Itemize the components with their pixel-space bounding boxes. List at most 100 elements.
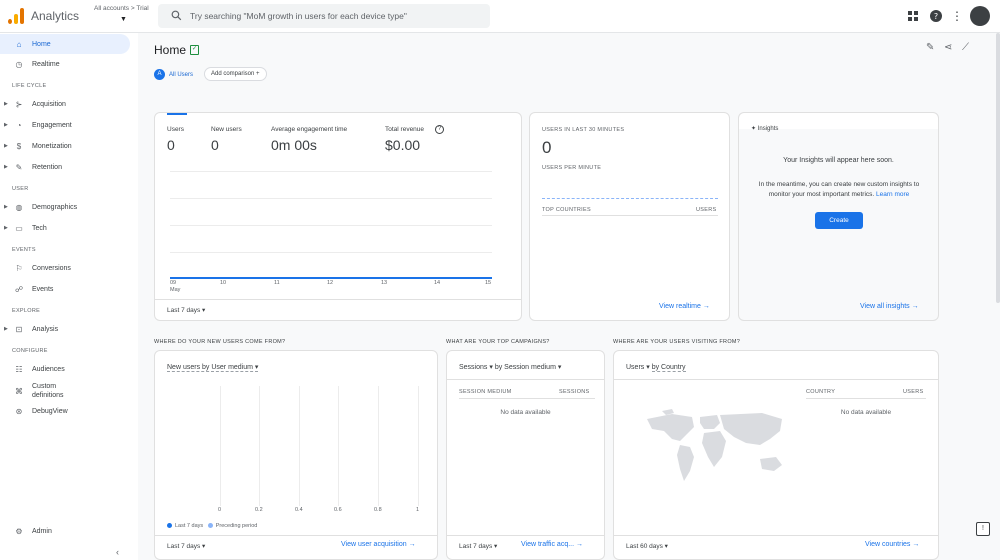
- sidebar-item-label: DebugView: [32, 407, 68, 415]
- retention-icon: ✎: [15, 162, 23, 172]
- search-icon: [171, 10, 182, 21]
- geo-card: Users ▾ by Country COUNTRY USERS No data…: [613, 350, 939, 560]
- share-icon[interactable]: ⋖: [944, 42, 952, 53]
- metric-users-label[interactable]: Users: [167, 126, 184, 133]
- sidebar-item-audiences[interactable]: ☷ Audiences: [0, 359, 130, 379]
- sidebar-item-monetization[interactable]: ▶ $ Monetization: [0, 136, 130, 156]
- date-range-dropdown[interactable]: Last 7 days ▾: [167, 306, 205, 314]
- debug-icon: ⊛: [15, 406, 23, 416]
- realtime-title: USERS IN LAST 30 MINUTES: [542, 127, 625, 133]
- app-title[interactable]: Analytics: [31, 9, 79, 23]
- section-life-cycle: LIFE CYCLE: [12, 83, 47, 89]
- clock-icon: ◷: [15, 59, 23, 69]
- geo-empty-state: No data available: [840, 409, 892, 416]
- sidebar-item-custom-definitions[interactable]: ⌘ Custom definitions: [0, 380, 130, 402]
- divider: [447, 379, 604, 380]
- insights-trend-icon[interactable]: ⟋: [962, 42, 969, 53]
- geo-dimension-label: by Country: [651, 364, 686, 372]
- view-traffic-acquisition-label: View traffic acq...: [521, 541, 575, 548]
- sidebar-item-retention[interactable]: ▶ ✎ Retention: [0, 157, 130, 177]
- sidebar-item-home[interactable]: ⌂ Home: [0, 34, 130, 54]
- help-icon[interactable]: ?: [435, 125, 444, 134]
- sidebar-item-engagement[interactable]: ▶ ◔ Engagement: [0, 115, 130, 135]
- divider: [447, 535, 604, 536]
- avatar[interactable]: [970, 6, 990, 26]
- divider: [542, 215, 718, 216]
- verified-page-icon: ✓: [190, 45, 199, 55]
- x-tick: 13: [381, 280, 388, 286]
- search-input[interactable]: Try searching "MoM growth in users for e…: [190, 11, 407, 21]
- metric-engagement-label[interactable]: Average engagement time: [271, 126, 347, 133]
- metric-revenue-value: $0.00: [385, 137, 421, 153]
- more-vert-icon[interactable]: ⋮: [950, 9, 964, 23]
- realtime-card: USERS IN LAST 30 MINUTES 0 USERS PER MIN…: [529, 112, 730, 321]
- top-bar: Analytics All accounts > Trial ▼ Try sea…: [0, 0, 1000, 33]
- sidebar-item-acquisition[interactable]: ▶ ⊱ Acquisition: [0, 94, 130, 114]
- sidebar-item-label: Analysis: [32, 325, 59, 333]
- insights-body: In the meantime, you can create new cust…: [749, 180, 929, 200]
- view-traffic-acquisition-link[interactable]: View traffic acq... →: [521, 541, 583, 548]
- gridline: [170, 252, 492, 253]
- audiences-icon: ☷: [15, 364, 23, 374]
- edit-icon[interactable]: ✎: [926, 42, 934, 53]
- dollar-icon: $: [16, 141, 22, 151]
- x-tick: 09: [170, 280, 177, 286]
- metric-revenue-label[interactable]: Total revenue: [385, 126, 424, 133]
- country-header: COUNTRY: [806, 389, 836, 395]
- sidebar-item-tech[interactable]: ▶ ▭ Tech: [0, 218, 130, 238]
- apps-grid-icon[interactable]: [906, 9, 920, 23]
- sidebar-item-label: Conversions: [32, 264, 71, 272]
- view-all-insights-link[interactable]: View all insights →: [860, 303, 919, 310]
- gear-icon: ⚙: [15, 526, 23, 536]
- section-configure: CONFIGURE: [12, 348, 48, 354]
- sidebar-item-demographics[interactable]: ▶ ◍ Demographics: [0, 197, 130, 217]
- sidebar-item-label: Tech: [32, 224, 47, 232]
- campaigns-metric-dropdown[interactable]: Sessions ▾ by Session medium ▾: [459, 363, 561, 371]
- page-title: Home: [154, 43, 187, 57]
- grid-vline: [418, 386, 419, 506]
- campaigns-dimension-label: by Session medium: [494, 364, 556, 371]
- date-range-dropdown[interactable]: Last 7 days ▾: [459, 542, 497, 550]
- add-comparison-button[interactable]: Add comparison +: [204, 67, 267, 81]
- acquisition-dropdown-label: New users by User medium: [167, 364, 253, 371]
- date-range-dropdown[interactable]: Last 7 days ▾: [167, 542, 205, 550]
- feedback-icon[interactable]: !: [976, 522, 990, 536]
- metric-engagement-value: 0m 00s: [271, 137, 317, 153]
- x-tick: 0.8: [374, 507, 382, 513]
- all-users-chip[interactable]: A All Users: [154, 68, 193, 81]
- realtime-users-header: USERS: [696, 207, 717, 213]
- geo-metric-dropdown[interactable]: Users ▾ by Country: [626, 363, 686, 372]
- sidebar-item-realtime[interactable]: ◷ Realtime: [0, 54, 130, 74]
- sidebar-item-conversions[interactable]: ⚐ Conversions: [0, 258, 130, 278]
- scrollbar[interactable]: [996, 33, 1000, 303]
- sidebar-item-debugview[interactable]: ⊛ DebugView: [0, 401, 130, 421]
- x-tick: 0.2: [255, 507, 263, 513]
- sidebar-item-analysis[interactable]: ▶ ⊡ Analysis: [0, 319, 130, 339]
- collapse-sidebar-icon[interactable]: ‹: [116, 547, 119, 557]
- create-insight-button[interactable]: Create: [815, 212, 863, 229]
- acquisition-section-title: WHERE DO YOUR NEW USERS COME FROM?: [154, 339, 286, 345]
- help-icon[interactable]: ?: [929, 9, 943, 23]
- sidebar-item-events[interactable]: ☍ Events: [0, 279, 130, 299]
- view-realtime-link[interactable]: View realtime →: [659, 303, 710, 310]
- campaigns-card: Sessions ▾ by Session medium ▾ SESSION M…: [446, 350, 605, 560]
- sidebar-item-admin[interactable]: ⚙ Admin: [0, 521, 130, 541]
- account-picker-caret-icon[interactable]: ▼: [120, 16, 127, 23]
- sidebar-item-label: Engagement: [32, 121, 72, 129]
- learn-more-link[interactable]: Learn more: [876, 191, 909, 198]
- acquisition-dimension-dropdown[interactable]: New users by User medium ▾: [167, 363, 259, 372]
- view-user-acquisition-link[interactable]: View user acquisition →: [341, 541, 416, 548]
- view-countries-link[interactable]: View countries →: [865, 541, 919, 548]
- analytics-logo-icon[interactable]: [8, 8, 24, 24]
- metric-new-users-label[interactable]: New users: [211, 126, 242, 133]
- insights-heading: Your Insights will appear here soon.: [783, 157, 894, 164]
- date-range-dropdown[interactable]: Last 60 days ▾: [626, 542, 668, 550]
- search-bar[interactable]: Try searching "MoM growth in users for e…: [158, 4, 490, 28]
- x-tick: 11: [274, 280, 280, 286]
- users-per-minute-label: USERS PER MINUTE: [542, 165, 602, 171]
- gridline: [170, 225, 492, 226]
- account-breadcrumb[interactable]: All accounts > Trial: [94, 5, 149, 12]
- world-map[interactable]: [642, 409, 797, 499]
- sidebar-item-label: Audiences: [32, 365, 65, 373]
- insights-title: ✦ Insights: [751, 125, 778, 132]
